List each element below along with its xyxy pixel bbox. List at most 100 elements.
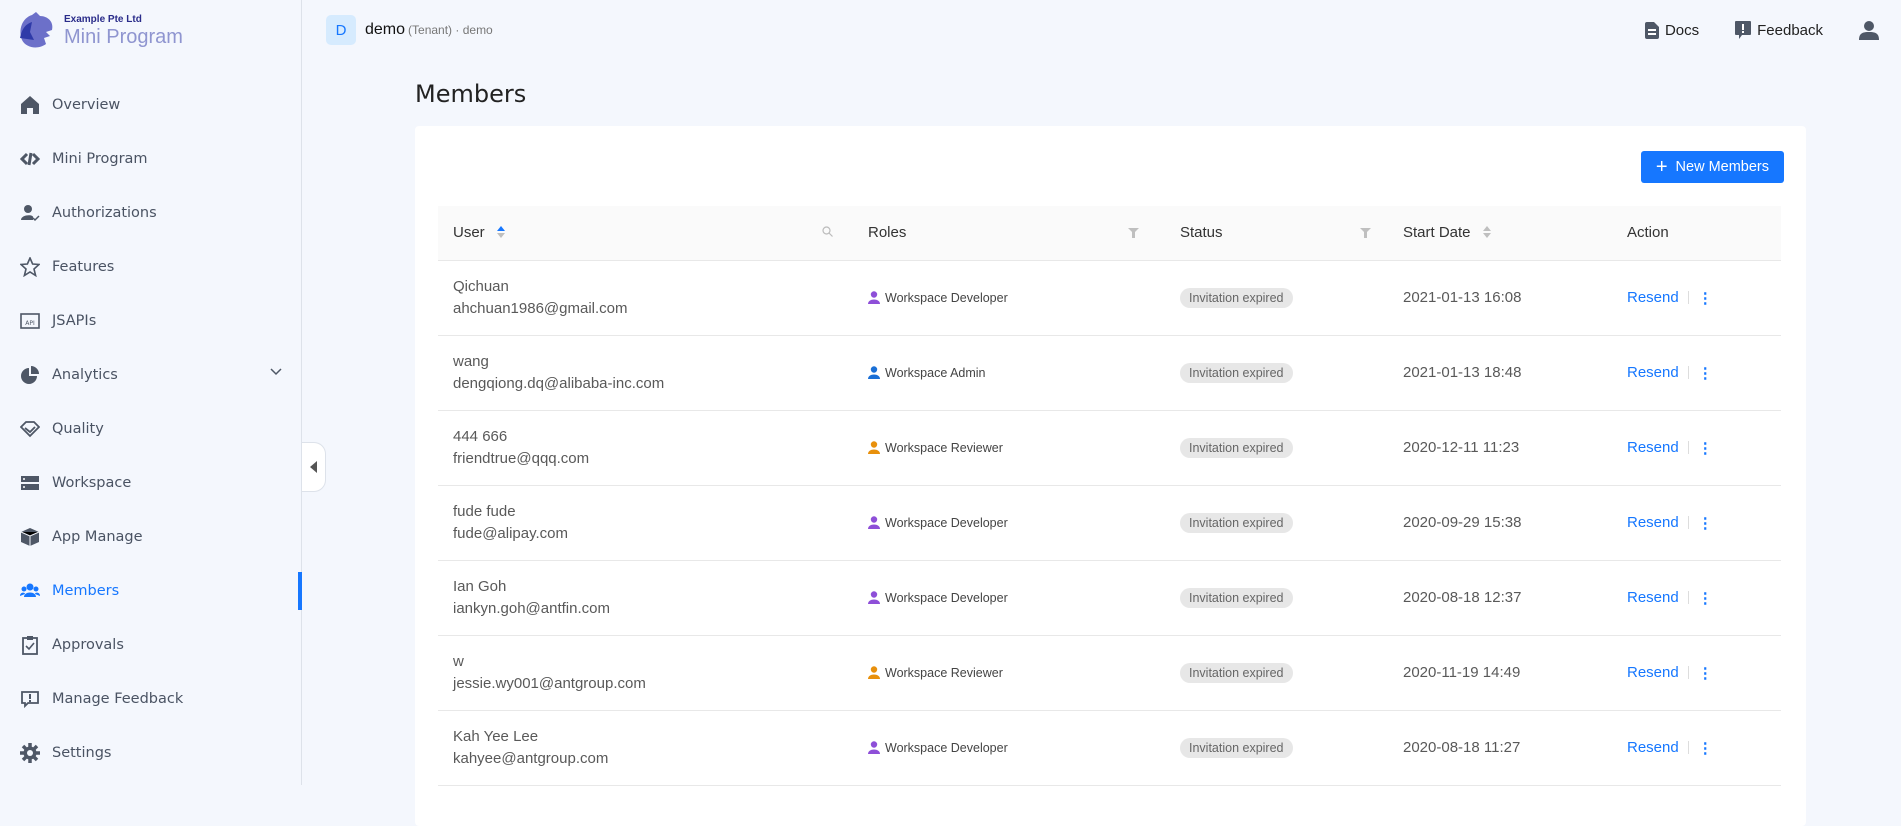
status-cell: Invitation expired (1165, 410, 1388, 486)
sidebar-item-authorizations[interactable]: Authorizations (0, 186, 302, 240)
column-roles: Roles (853, 206, 1165, 261)
more-options-icon[interactable]: ⋮ (1698, 289, 1713, 307)
filter-icon[interactable] (1360, 228, 1371, 238)
status-cell: Invitation expired (1165, 260, 1388, 336)
more-options-icon[interactable]: ⋮ (1698, 739, 1713, 757)
more-options-icon[interactable]: ⋮ (1698, 439, 1713, 457)
filter-icon[interactable] (1128, 228, 1139, 238)
column-status-label: Status (1180, 224, 1223, 242)
roles-cell: Workspace Developer (853, 260, 1165, 336)
more-options-icon[interactable]: ⋮ (1698, 664, 1713, 682)
action-cell: Resend ⋮ (1612, 260, 1781, 336)
more-options-icon[interactable]: ⋮ (1698, 364, 1713, 382)
start-date: 2020-12-11 11:23 (1388, 410, 1612, 486)
start-date: 2021-01-13 16:08 (1388, 260, 1612, 336)
user-name: Qichuan (453, 277, 509, 295)
new-members-button[interactable]: + New Members (1640, 151, 1784, 183)
sidebar-item-label: Overview (52, 97, 121, 113)
sidebar-item-label: Authorizations (52, 205, 157, 221)
sidebar-item-features[interactable]: Features (0, 240, 302, 294)
sidebar-item-settings[interactable]: Settings (0, 726, 302, 780)
sidebar-item-approvals[interactable]: Approvals (0, 618, 302, 672)
user-cell: wang dengqiong.dq@alibaba-inc.com (438, 335, 853, 411)
divider (1687, 591, 1689, 604)
start-date: 2020-08-18 12:37 (1388, 560, 1612, 636)
sort-icon[interactable] (496, 226, 505, 239)
tenant-avatar: D (326, 15, 356, 45)
table-row: wang dengqiong.dq@alibaba-inc.com Workspa… (438, 335, 1781, 411)
resend-link[interactable]: Resend (1627, 589, 1679, 606)
user-email: kahyee@antgroup.com (453, 749, 609, 767)
column-user-label: User (453, 224, 485, 242)
sidebar-item-manage-feedback[interactable]: Manage Feedback (0, 672, 302, 726)
diamond-icon (20, 419, 40, 439)
roles-cell: Workspace Admin (853, 335, 1165, 411)
docs-label: Docs (1664, 21, 1700, 39)
sidebar-item-members[interactable]: Members (0, 564, 302, 618)
role-label: Workspace Developer (885, 290, 1008, 305)
column-roles-label: Roles (868, 224, 907, 242)
column-action: Action (1612, 206, 1781, 261)
collapse-sidebar-button[interactable] (302, 442, 326, 492)
members-card: + New Members User Roles Status Start Da… (415, 126, 1806, 826)
column-start-date[interactable]: Start Date (1388, 206, 1612, 261)
logo[interactable]: Example Pte Ltd Mini Program (16, 10, 183, 52)
docs-link[interactable]: Docs (1644, 21, 1700, 39)
gear-icon (20, 743, 40, 763)
sidebar-item-jsapis[interactable]: API JSAPIs (0, 294, 302, 348)
resend-link[interactable]: Resend (1627, 664, 1679, 681)
user-role-icon (868, 441, 880, 454)
lion-logo-icon (20, 12, 53, 48)
user-check-icon (20, 203, 40, 223)
tenant-switcher[interactable]: D demo (Tenant) · demo (326, 15, 493, 45)
resend-link[interactable]: Resend (1627, 739, 1679, 756)
sidebar-nav: Overview Mini Program Authorizations Featur… (0, 78, 302, 780)
user-account-icon[interactable] (1859, 20, 1879, 40)
user-cell: Ian Goh iankyn.goh@antfin.com (438, 560, 853, 636)
document-icon (1644, 21, 1659, 39)
sidebar-item-overview[interactable]: Overview (0, 78, 302, 132)
status-badge: Invitation expired (1180, 362, 1293, 383)
start-date: 2020-08-18 11:27 (1388, 710, 1612, 786)
plus-icon: + (1655, 156, 1668, 178)
sort-icon[interactable] (1482, 226, 1491, 239)
status-badge: Invitation expired (1180, 587, 1293, 608)
resend-link[interactable]: Resend (1627, 514, 1679, 531)
roles-cell: Workspace Developer (853, 485, 1165, 561)
sidebar-item-app-manage[interactable]: App Manage (0, 510, 302, 564)
chevron-down-icon[interactable] (270, 368, 282, 376)
sidebar-item-label: Analytics (52, 367, 118, 383)
resend-link[interactable]: Resend (1627, 364, 1679, 381)
resend-link[interactable]: Resend (1627, 439, 1679, 456)
table-row: Qichuan ahchuan1986@gmail.com Workspace D… (438, 260, 1781, 336)
svg-text:API: API (25, 320, 35, 327)
caret-left-icon (309, 461, 317, 473)
start-date: 2021-01-13 18:48 (1388, 335, 1612, 411)
sidebar-item-mini-program[interactable]: Mini Program (0, 132, 302, 186)
user-cell: Kah Yee Lee kahyee@antgroup.com (438, 710, 853, 786)
roles-cell: Workspace Developer (853, 560, 1165, 636)
more-options-icon[interactable]: ⋮ (1698, 514, 1713, 532)
sidebar-item-analytics[interactable]: Analytics (0, 348, 302, 402)
column-status: Status (1165, 206, 1388, 261)
user-role-icon (868, 591, 880, 604)
column-user[interactable]: User (438, 206, 853, 261)
user-cell: Qichuan ahchuan1986@gmail.com (438, 260, 853, 336)
role-label: Workspace Developer (885, 515, 1008, 530)
user-role-icon (868, 291, 880, 304)
resend-link[interactable]: Resend (1627, 289, 1679, 306)
sidebar-item-quality[interactable]: Quality (0, 402, 302, 456)
topbar: D demo (Tenant) · demo Docs Feedback (303, 0, 1901, 60)
page-title: Members (415, 80, 527, 108)
feedback-label: Feedback (1757, 21, 1823, 39)
sidebar-item-label: App Manage (52, 529, 143, 545)
feedback-link[interactable]: Feedback (1735, 21, 1823, 39)
sidebar-item-workspace[interactable]: Workspace (0, 456, 302, 510)
sidebar: Example Pte Ltd Mini Program Overview Min… (0, 0, 302, 785)
user-cell: 444 666 friendtrue@qqq.com (438, 410, 853, 486)
more-options-icon[interactable]: ⋮ (1698, 589, 1713, 607)
role-label: Workspace Reviewer (885, 665, 1003, 680)
search-icon[interactable] (822, 226, 833, 237)
table-header-row: User Roles Status Start Date Action (438, 206, 1781, 261)
role-label: Workspace Reviewer (885, 440, 1003, 455)
